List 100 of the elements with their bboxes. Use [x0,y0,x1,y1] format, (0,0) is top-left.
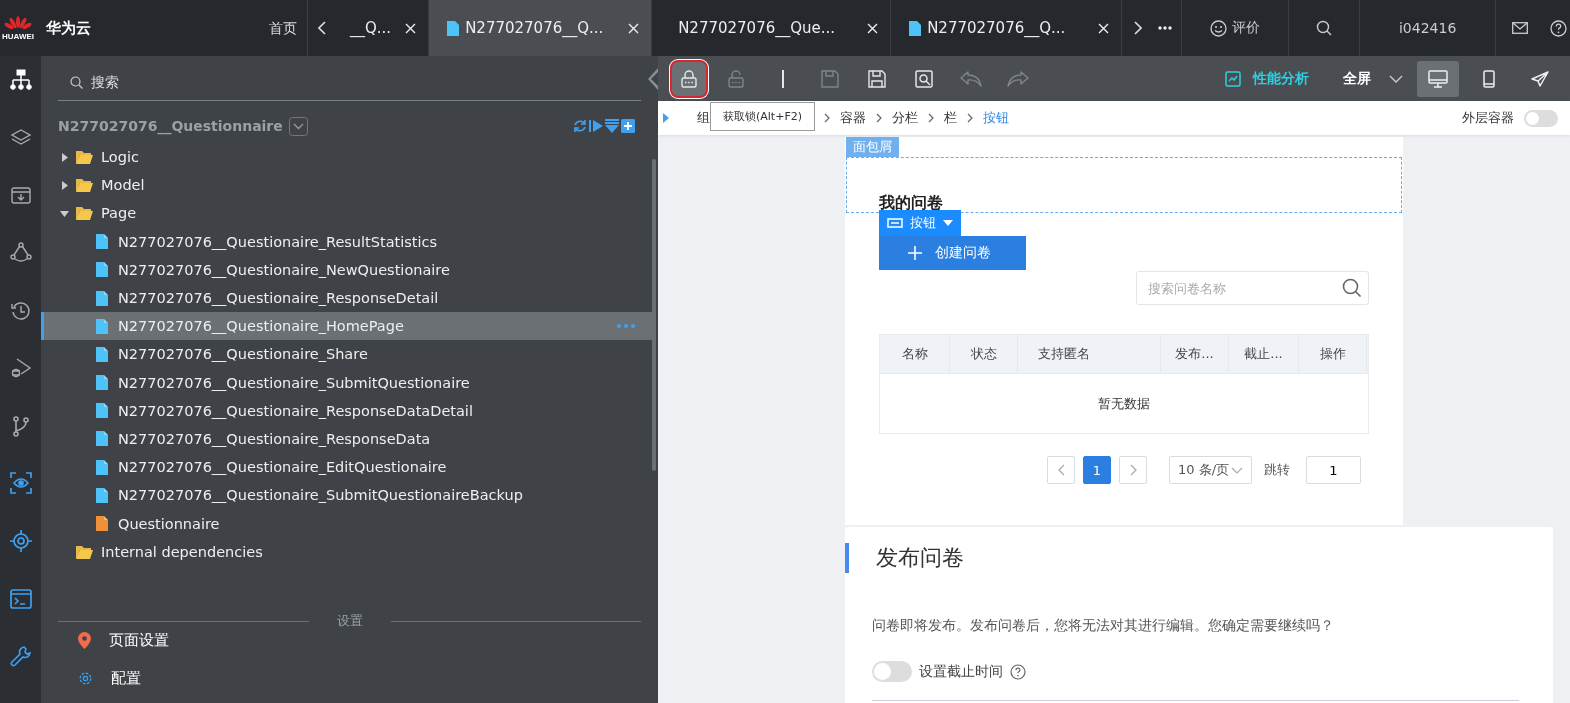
caret-right-icon[interactable] [60,152,69,162]
breadcrumb-item[interactable]: 容器 [840,109,866,127]
breadcrumb-item[interactable]: 分栏 [892,109,918,127]
tooltip: 获取锁(Alt+F2) [710,102,816,131]
section-heading: 设置 [308,611,391,630]
chevron-right-icon [1129,464,1137,476]
inbox-icon[interactable] [9,184,32,207]
smiley-icon [1210,19,1228,37]
more-icon[interactable] [1158,26,1173,30]
page-file-icon [96,290,108,306]
page-file-icon [96,318,108,334]
nodes-icon[interactable] [9,241,32,264]
tree-item[interactable]: Model [101,177,145,194]
wrench-icon[interactable] [9,645,32,668]
tree-item[interactable]: N277027076__Questionaire_ResponseDetail [118,290,439,307]
caret-down-icon [943,220,953,226]
text-cursor-icon [780,68,786,89]
tree-item[interactable]: Questionnaire [118,515,220,532]
deadline-toggle[interactable] [872,661,912,682]
close-icon[interactable] [405,22,417,34]
chevron-down-icon[interactable] [1389,74,1403,83]
tree-item[interactable]: N277027076__Questionaire_HomePage [118,318,404,335]
tree-item[interactable]: N277027076__Questionaire_ResponseDataDetail [118,402,473,419]
caret-right-icon[interactable] [60,180,69,190]
debug-run-icon[interactable] [9,357,32,380]
tree-item[interactable]: N277027076__Questionaire_Share [118,346,368,363]
huawei-logo: HUAWEI [0,15,36,41]
chevron-left-icon[interactable] [318,21,326,35]
eye-icon[interactable] [9,472,32,495]
tree-item[interactable]: Internal dependencies [101,543,263,560]
column-header: 名称 [880,335,950,373]
collapse-panel-icon[interactable] [648,68,658,90]
search-field[interactable]: 搜索 [58,64,641,101]
close-icon[interactable] [1098,22,1110,34]
play-icon[interactable] [589,119,603,133]
page-size-select[interactable]: 10 条/页 [1169,456,1252,484]
close-icon[interactable] [867,22,879,34]
unlock-icon [727,69,745,88]
chevron-right-icon [928,113,934,123]
page-file-icon [96,234,108,250]
empty-message: 暂无数据 [1098,394,1150,413]
outer-container-toggle[interactable] [1524,109,1558,127]
breadcrumb-item[interactable]: 组 [697,109,710,127]
tree-item[interactable]: N277027076__Questionaire_EditQuestionaire [118,459,447,476]
settings-item[interactable]: 页面设置 [109,631,169,651]
tree-item[interactable]: N277027076__Questionaire_NewQuestionaire [118,261,450,278]
outer-container-label: 外层容器 [1462,109,1514,127]
chart-icon [1225,70,1241,87]
column-header: 支持匿名 [1018,335,1161,373]
create-button[interactable]: 创建问卷 [879,236,1026,270]
tree-item[interactable]: Logic [101,149,139,166]
chevron-right-icon [967,113,973,123]
add-icon[interactable] [621,119,635,133]
search-icon[interactable] [1342,278,1362,298]
expand-icon[interactable] [663,113,669,123]
tree-item[interactable]: N277027076__Questionaire_ResultStatistics [118,233,438,250]
history-icon[interactable] [9,299,32,322]
file-icon [447,20,460,36]
close-icon[interactable] [628,22,640,34]
tree-item[interactable]: Page [101,205,137,222]
search-icon[interactable] [1316,20,1333,36]
dropdown-icon[interactable] [288,116,308,136]
breadcrumb-item[interactable]: 按钮 [983,109,1009,127]
caret-down-icon[interactable] [60,208,69,218]
terminal-icon[interactable] [9,587,32,610]
target-icon[interactable] [9,530,32,553]
fullscreen-button[interactable]: 全屏 [1337,68,1377,89]
settings-item[interactable]: 配置 [111,669,141,689]
save-all-icon [868,69,886,88]
jump-field[interactable]: 1 [1306,456,1361,484]
editor-tab[interactable]: N277027076__Q... [429,0,653,56]
column-header: 操作 [1299,335,1367,373]
hierarchy-icon[interactable] [9,69,32,91]
desktop-view-button[interactable] [1417,60,1459,97]
page-file-icon [96,459,108,475]
breadcrumb-item[interactable]: 栏 [944,109,957,127]
performance-button[interactable]: 性能分析 [1219,68,1315,89]
tree-item[interactable]: N277027076__Questionaire_SubmitQuestionaire [118,374,470,391]
undo-icon [960,70,982,87]
save-icon [821,69,839,88]
page-button[interactable]: 1 [1083,456,1111,484]
chevron-right-icon[interactable] [1134,21,1143,35]
column-header: 状态 [950,335,1018,373]
selected-tree-row[interactable]: N277027076__Questionaire_HomePage [41,312,654,341]
gear-icon [78,671,93,687]
collapse-all-icon[interactable] [605,119,619,133]
page-file-icon [96,403,108,419]
search-icon [70,76,83,89]
dialog-message: 问卷即将发布。发布问卷后，您将无法对其进行编辑。您确定需要继续吗？ [872,617,1335,635]
help-icon[interactable] [1010,663,1026,680]
lock-button[interactable] [670,59,708,98]
tree-item[interactable]: N277027076__Questionaire_SubmitQuestionaireBackup [118,487,523,504]
refresh-icon[interactable] [573,119,587,133]
column-header: 发布... [1161,335,1229,373]
brand-name: 华为云 [46,18,91,38]
redo-icon [1007,70,1029,87]
user-name[interactable]: i042416 [1360,20,1496,36]
mail-icon[interactable] [1512,22,1529,34]
tree-item[interactable]: N277027076__Questionaire_ResponseData [118,430,431,447]
folder-icon [76,150,93,165]
